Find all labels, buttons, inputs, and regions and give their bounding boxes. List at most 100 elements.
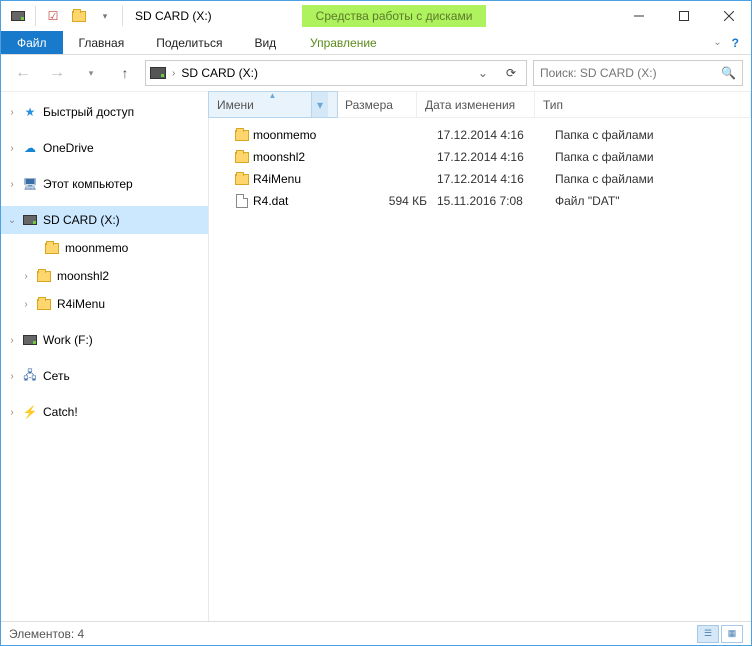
ribbon-expand-icon[interactable]: ⌄ [713,37,721,48]
tree-label: Work (F:) [41,333,93,347]
tree-onedrive[interactable]: › ☁ OneDrive [1,134,208,162]
qat-dropdown-icon[interactable]: ▾ [94,5,116,27]
catch-icon: ⚡ [21,405,39,419]
expand-icon[interactable]: › [5,143,19,154]
tree-pane[interactable]: › ★ Быстрый доступ › ☁ OneDrive › 🖥 Этот… [1,92,209,621]
column-name[interactable]: ▲ Имени ▾ [209,92,337,117]
tree-sdcard[interactable]: ⌄ SD CARD (X:) [1,206,208,234]
file-row[interactable]: moonmemo17.12.2014 4:16Папка с файлами [209,124,751,146]
back-button[interactable]: ← [9,59,37,87]
recent-locations-button[interactable]: ▾ [77,59,105,87]
tree-folder-moonmemo[interactable]: moonmemo [1,234,208,262]
file-row[interactable]: moonshl217.12.2014 4:16Папка с файлами [209,146,751,168]
column-label: Имени [217,98,254,112]
column-date[interactable]: Дата изменения [417,92,535,117]
tree-label: Сеть [41,369,70,383]
help-icon[interactable]: ? [732,36,739,50]
expand-icon[interactable]: › [5,407,19,418]
file-type: Папка с файлами [555,128,654,142]
tree-this-pc[interactable]: › 🖥 Этот компьютер [1,170,208,198]
expand-icon[interactable]: › [5,371,19,382]
tree-label: Быстрый доступ [41,105,134,119]
titlebar: ☑ ▾ SD CARD (X:) Средства работы с диска… [1,1,751,31]
file-date: 17.12.2014 4:16 [437,172,555,186]
refresh-button[interactable]: ⟳ [500,66,522,80]
column-label: Дата изменения [425,98,515,112]
column-label: Тип [543,98,563,112]
nav-row: ← → ▾ ↑ › ⌄ ⟳ 🔍 [1,55,751,91]
search-icon[interactable]: 🔍 [721,66,736,80]
expand-icon[interactable]: › [19,299,33,310]
expand-icon[interactable]: › [19,271,33,282]
tree-folder-moonshl2[interactable]: › moonshl2 [1,262,208,290]
separator [122,6,123,26]
tree-label: R4iMenu [55,297,105,311]
address-dropdown-icon[interactable]: ⌄ [472,66,494,80]
separator [35,6,36,26]
file-date: 15.11.2016 7:08 [437,194,555,208]
address-input[interactable] [181,66,466,80]
star-icon: ★ [21,105,39,119]
folder-icon [35,299,53,310]
collapse-icon[interactable]: ⌄ [5,215,19,226]
sort-asc-icon: ▲ [269,91,277,100]
drive-icon [21,335,39,345]
expand-icon[interactable]: › [5,107,19,118]
tab-manage[interactable]: Управление [280,31,407,54]
file-icon [236,194,248,208]
column-label: Размера [345,98,393,112]
column-filter-icon[interactable]: ▾ [311,92,328,117]
tree-network[interactable]: › 🖧 Сеть [1,362,208,390]
folder-icon [43,243,61,254]
address-bar[interactable]: › ⌄ ⟳ [145,60,527,86]
icons-view-button[interactable]: ▦ [721,625,743,643]
drive-icon [150,67,166,79]
file-size: 594 КБ [363,194,437,208]
search-box[interactable]: 🔍 [533,60,743,86]
details-view-button[interactable]: ☰ [697,625,719,643]
tree-label: moonmemo [63,241,128,255]
tree-work-drive[interactable]: › Work (F:) [1,326,208,354]
file-rows: moonmemo17.12.2014 4:16Папка с файлами mo… [209,118,751,621]
window-title: SD CARD (X:) [131,9,212,23]
search-input[interactable] [540,66,721,80]
tab-home[interactable]: Главная [63,31,141,54]
content-area: › ★ Быстрый доступ › ☁ OneDrive › 🖥 Этот… [1,91,751,621]
folder-icon [235,174,249,185]
folder-icon [235,130,249,141]
file-name: R4.dat [253,194,363,208]
tree-quick-access[interactable]: › ★ Быстрый доступ [1,98,208,126]
network-icon: 🖧 [21,366,39,387]
column-size[interactable]: Размера [337,92,417,117]
file-date: 17.12.2014 4:16 [437,128,555,142]
file-date: 17.12.2014 4:16 [437,150,555,164]
contextual-tab-header: Средства работы с дисками [302,5,487,27]
tree-label: moonshl2 [55,269,109,283]
tree-folder-r4imenu[interactable]: › R4iMenu [1,290,208,318]
file-row[interactable]: R4.dat594 КБ15.11.2016 7:08Файл "DAT" [209,190,751,212]
tree-catch[interactable]: › ⚡ Catch! [1,398,208,426]
properties-checkbox-icon[interactable]: ☑ [42,5,64,27]
tree-label: OneDrive [41,141,94,155]
expand-icon[interactable]: › [5,179,19,190]
tab-file[interactable]: Файл [1,31,63,54]
file-row[interactable]: R4iMenu17.12.2014 4:16Папка с файлами [209,168,751,190]
maximize-button[interactable] [661,1,706,31]
file-name: moonshl2 [253,150,363,164]
status-bar: Элементов: 4 ☰ ▦ [1,621,751,645]
ribbon-tabs: Файл Главная Поделиться Вид Управление ⌄… [1,31,751,55]
file-list-area: ▲ Имени ▾ Размера Дата изменения Тип moo… [209,92,751,621]
tree-label: Catch! [41,405,78,419]
tab-share[interactable]: Поделиться [140,31,238,54]
new-folder-icon[interactable] [68,5,90,27]
drive-icon [21,215,39,225]
forward-button[interactable]: → [43,59,71,87]
folder-icon [35,271,53,282]
column-type[interactable]: Тип [535,92,751,117]
tree-label: SD CARD (X:) [41,213,120,227]
expand-icon[interactable]: › [5,335,19,346]
address-chevron-icon[interactable]: › [172,68,175,79]
close-button[interactable] [706,1,751,31]
up-button[interactable]: ↑ [111,59,139,87]
minimize-button[interactable] [616,1,661,31]
